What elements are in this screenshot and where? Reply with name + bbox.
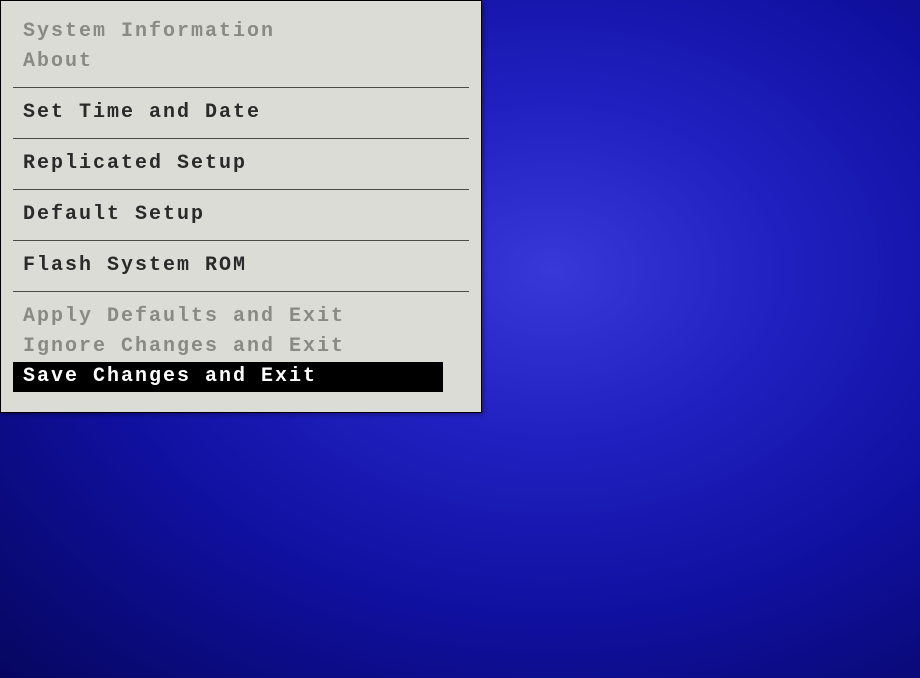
menu-item-default-setup[interactable]: Default Setup (1, 200, 481, 230)
menu-item-save-changes-and-exit[interactable]: Save Changes and Exit (13, 362, 443, 392)
menu-divider (13, 87, 469, 88)
menu-divider (13, 291, 469, 292)
menu-item-flash-system-rom[interactable]: Flash System ROM (1, 251, 481, 281)
bios-file-menu: System Information About Set Time and Da… (0, 0, 482, 413)
menu-item-about[interactable]: About (1, 47, 481, 77)
menu-item-system-information[interactable]: System Information (1, 17, 481, 47)
menu-group-replicated: Replicated Setup (1, 145, 481, 183)
menu-item-replicated-setup[interactable]: Replicated Setup (1, 149, 481, 179)
menu-group-exit: Apply Defaults and Exit Ignore Changes a… (1, 298, 481, 396)
menu-divider (13, 189, 469, 190)
menu-divider (13, 240, 469, 241)
menu-group-default: Default Setup (1, 196, 481, 234)
menu-group-info: System Information About (1, 13, 481, 81)
menu-item-apply-defaults-and-exit[interactable]: Apply Defaults and Exit (1, 302, 481, 332)
menu-item-ignore-changes-and-exit[interactable]: Ignore Changes and Exit (1, 332, 481, 362)
menu-group-time: Set Time and Date (1, 94, 481, 132)
menu-item-set-time-and-date[interactable]: Set Time and Date (1, 98, 481, 128)
menu-divider (13, 138, 469, 139)
menu-group-flash: Flash System ROM (1, 247, 481, 285)
